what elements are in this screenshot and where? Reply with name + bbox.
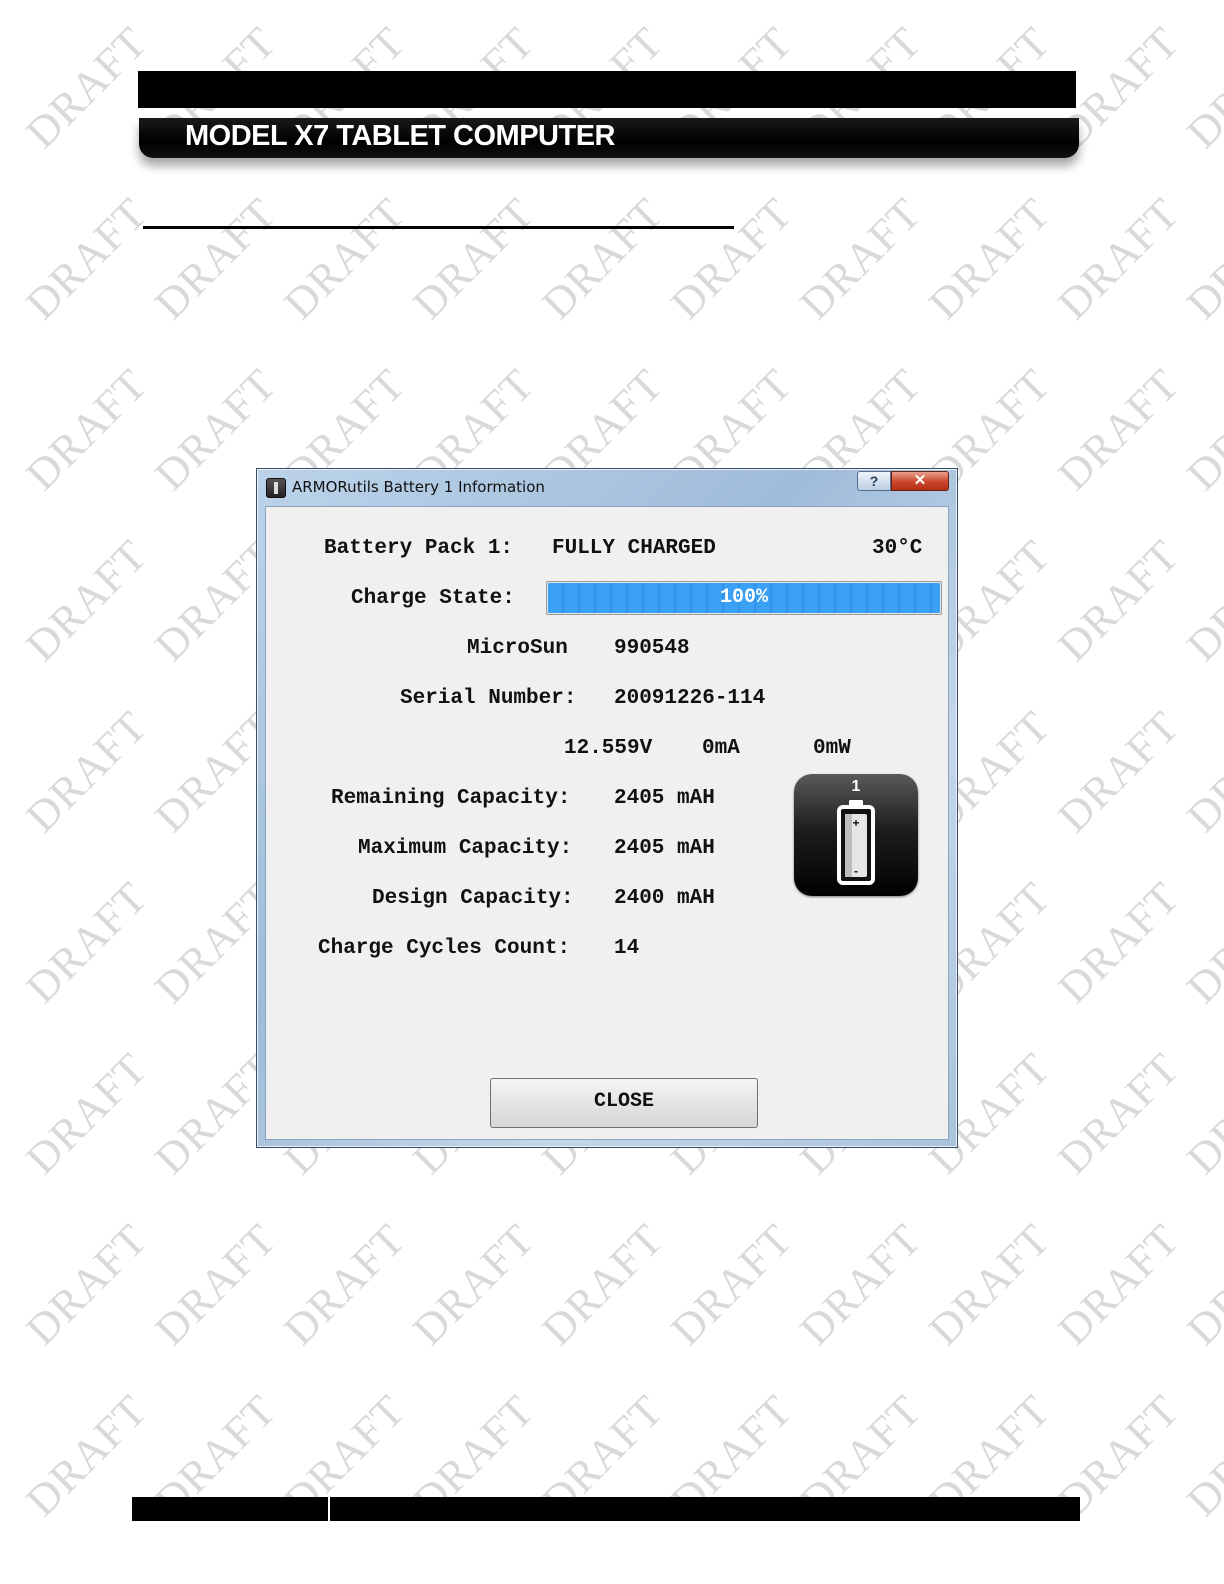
document-title: MODEL X7 TABLET COMPUTER — [185, 120, 616, 152]
battery-pack-label: Battery Pack 1: — [324, 537, 514, 560]
watermark-text: DRAFT — [1048, 530, 1189, 671]
maximum-capacity-value: 2405 mAH — [614, 837, 715, 860]
serial-number-value: 20091226-114 — [614, 687, 766, 710]
watermark-text: DRAFT — [16, 359, 157, 500]
watermark-text: DRAFT — [1177, 872, 1224, 1013]
watermark-text: DRAFT — [16, 1214, 157, 1355]
watermark-text: DRAFT — [1048, 1043, 1189, 1184]
battery-info-dialog: ARMORutils Battery 1 Information ? ✕ Bat… — [256, 468, 958, 1148]
window-titlebar[interactable]: ARMORutils Battery 1 Information ? ✕ — [257, 469, 957, 503]
watermark-text: DRAFT — [1177, 1385, 1224, 1526]
watermark-text: DRAFT — [16, 1043, 157, 1184]
watermark-text: DRAFT — [274, 1214, 415, 1355]
svg-text:-: - — [854, 864, 858, 878]
watermark-text: DRAFT — [1177, 701, 1224, 842]
watermark-text: DRAFT — [1048, 359, 1189, 500]
section-divider — [143, 226, 734, 229]
window-title: ARMORutils Battery 1 Information — [292, 478, 545, 496]
watermark-text: DRAFT — [532, 188, 673, 329]
watermark-text: DRAFT — [1177, 17, 1224, 158]
watermark-text: DRAFT — [790, 1214, 931, 1355]
current-value: 0mA — [702, 737, 740, 760]
watermark-text: DRAFT — [145, 188, 286, 329]
watermark-text: DRAFT — [1177, 1043, 1224, 1184]
watermark-text: DRAFT — [1048, 1214, 1189, 1355]
manufacturer-id: 990548 — [614, 637, 690, 660]
voltage-value: 12.559V — [564, 737, 653, 760]
header-black-bar — [138, 71, 1076, 108]
watermark-text: DRAFT — [661, 1214, 802, 1355]
charge-cycles-value: 14 — [614, 937, 640, 960]
app-battery-icon — [266, 478, 286, 498]
watermark-text: DRAFT — [16, 188, 157, 329]
manufacturer-name: MicroSun — [467, 637, 568, 660]
watermark-text: DRAFT — [919, 188, 1060, 329]
watermark-text: DRAFT — [790, 188, 931, 329]
watermark-text: DRAFT — [274, 188, 415, 329]
watermark-text: DRAFT — [1177, 530, 1224, 671]
watermark-text: DRAFT — [661, 188, 802, 329]
watermark-text: DRAFT — [1048, 701, 1189, 842]
watermark-text: DRAFT — [145, 1214, 286, 1355]
watermark-text: DRAFT — [403, 188, 544, 329]
battery-temperature: 30°C — [872, 537, 923, 560]
help-button[interactable]: ? — [857, 471, 891, 491]
dialog-client-area: Battery Pack 1: FULLY CHARGED 30°C Charg… — [265, 506, 949, 1140]
watermark-text: DRAFT — [532, 1214, 673, 1355]
watermark-text: DRAFT — [16, 701, 157, 842]
watermark-text: DRAFT — [16, 17, 157, 158]
window-close-icon[interactable]: ✕ — [891, 471, 949, 491]
battery-icon: + - — [837, 800, 875, 885]
remaining-capacity-label: Remaining Capacity: — [331, 787, 571, 810]
watermark-text: DRAFT — [1177, 188, 1224, 329]
charge-cycles-label: Charge Cycles Count: — [318, 937, 571, 960]
charge-progress-text: 100% — [719, 586, 768, 609]
watermark-text: DRAFT — [1048, 188, 1189, 329]
watermark-text: DRAFT — [16, 530, 157, 671]
watermark-text: DRAFT — [1177, 359, 1224, 500]
battery-badge: 1 + - — [794, 774, 918, 896]
battery-pack-status: FULLY CHARGED — [552, 537, 716, 560]
serial-number-label: Serial Number: — [400, 687, 577, 710]
svg-text:+: + — [852, 816, 859, 830]
maximum-capacity-label: Maximum Capacity: — [358, 837, 573, 860]
design-capacity-label: Design Capacity: — [372, 887, 574, 910]
watermark-text: DRAFT — [919, 1214, 1060, 1355]
watermark-text: DRAFT — [1177, 1214, 1224, 1355]
remaining-capacity-value: 2405 mAH — [614, 787, 715, 810]
charge-state-label: Charge State: — [351, 587, 515, 610]
design-capacity-value: 2400 mAH — [614, 887, 715, 910]
watermark-text: DRAFT — [16, 872, 157, 1013]
watermark-text: DRAFT — [1048, 872, 1189, 1013]
header-banner: MODEL X7 TABLET COMPUTER — [139, 118, 1079, 158]
footer-divider — [328, 1497, 330, 1521]
watermark-text: DRAFT — [403, 1214, 544, 1355]
close-button[interactable]: CLOSE — [490, 1078, 758, 1128]
power-value: 0mW — [813, 737, 851, 760]
footer-bar — [132, 1497, 1080, 1521]
charge-progress-bar: 100% — [546, 581, 942, 615]
